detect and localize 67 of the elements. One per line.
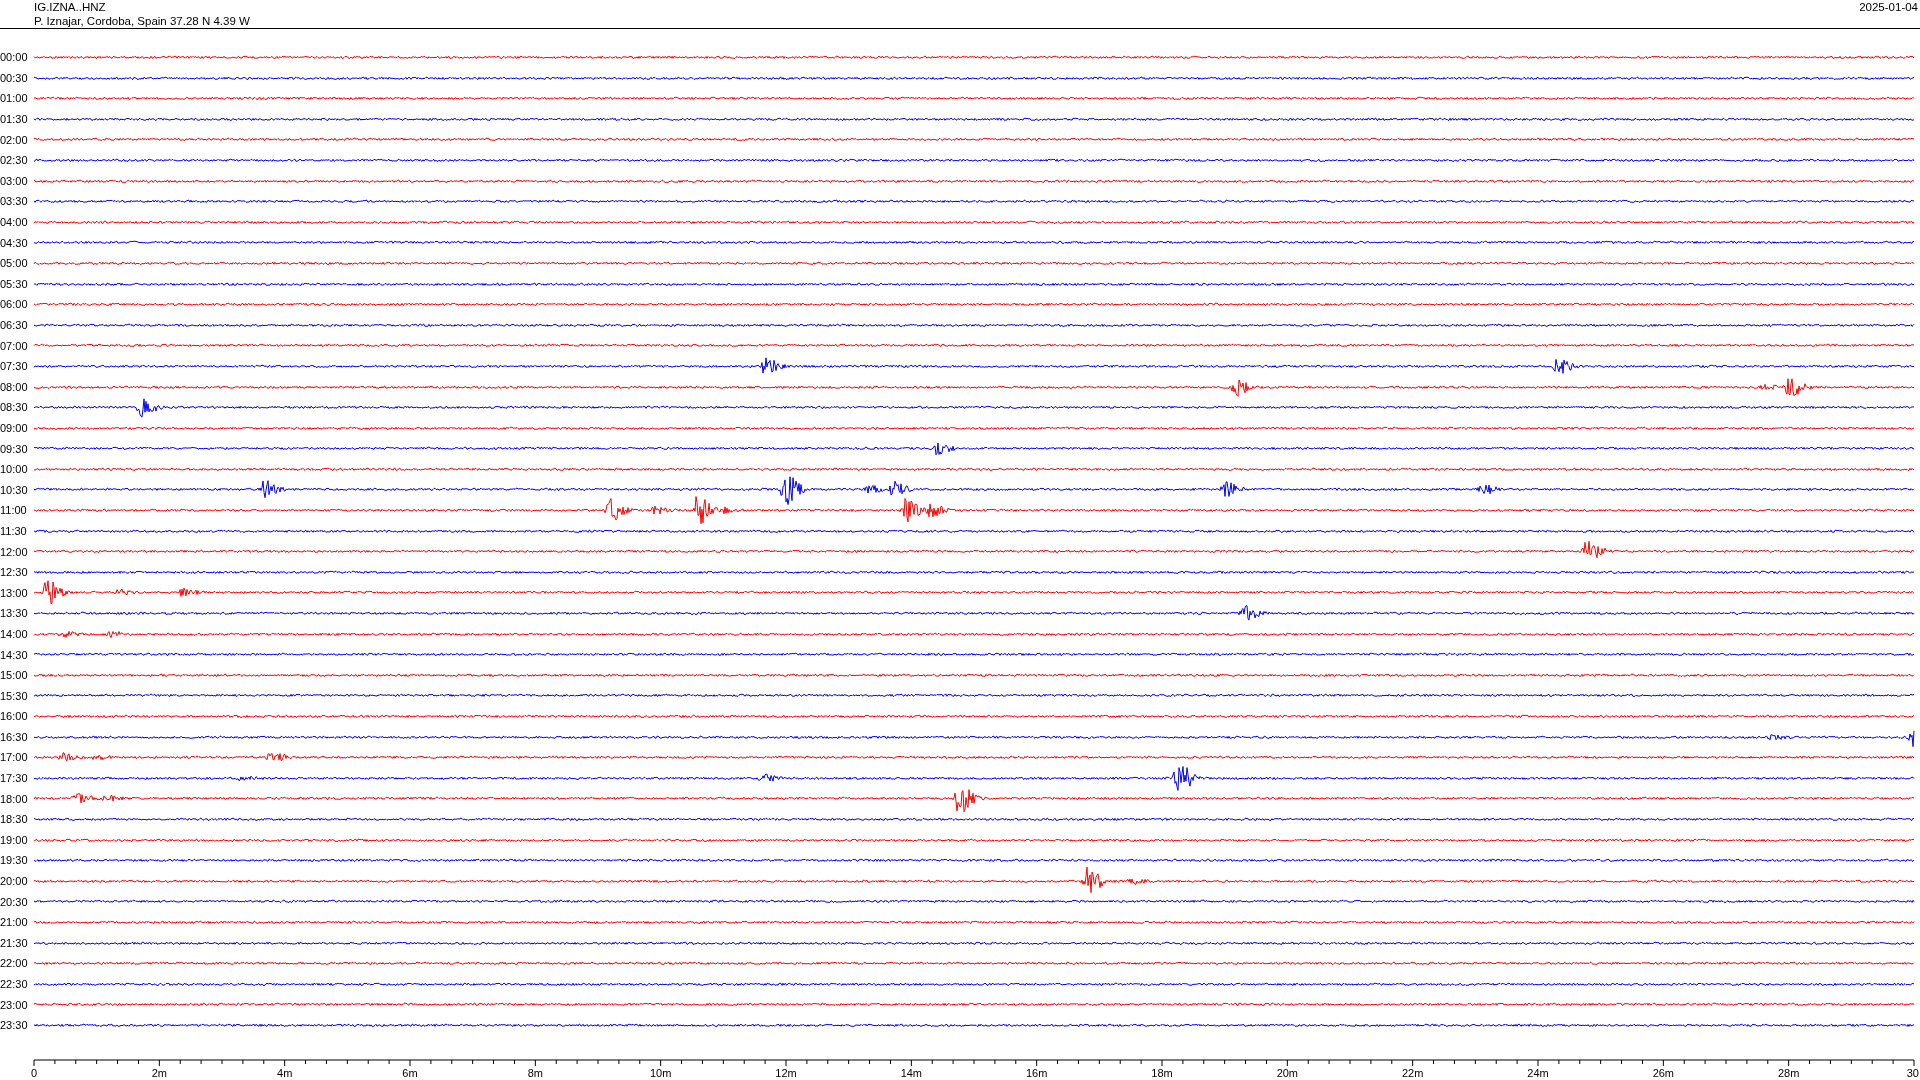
time-label: 07:00 xyxy=(0,339,29,352)
time-label: 04:00 xyxy=(0,216,29,229)
axis-label: 6m xyxy=(402,1066,418,1079)
time-label: 02:30 xyxy=(0,154,29,167)
time-label: 15:00 xyxy=(0,669,29,682)
time-label: 21:30 xyxy=(0,936,29,949)
time-label: 20:30 xyxy=(0,895,29,908)
time-label: 23:30 xyxy=(0,1019,29,1032)
time-label: 19:00 xyxy=(0,833,29,846)
axis-label: 28m xyxy=(1777,1066,1800,1079)
time-label: 06:30 xyxy=(0,319,29,331)
time-label: 08:00 xyxy=(0,380,29,393)
axis-label: 26m xyxy=(1652,1066,1675,1079)
axis-label: 10m xyxy=(649,1066,672,1079)
axis-label: 30 xyxy=(1906,1066,1919,1079)
time-label: 17:30 xyxy=(0,772,29,785)
time-label: 07:30 xyxy=(0,360,29,373)
axis-label: 16m xyxy=(1025,1066,1048,1079)
axis-label: 4m xyxy=(277,1066,293,1079)
time-label: 03:30 xyxy=(0,195,29,208)
time-label: 13:00 xyxy=(0,586,29,599)
time-label: 09:30 xyxy=(0,442,29,455)
time-label: 17:00 xyxy=(0,751,29,764)
time-label: 08:30 xyxy=(0,401,29,414)
time-label: 01:30 xyxy=(0,113,29,126)
axis-label: 18m xyxy=(1151,1066,1173,1079)
time-label: 04:30 xyxy=(0,236,29,249)
plot-date: 2025-01-04 xyxy=(1859,0,1918,14)
time-label: 02:00 xyxy=(0,133,29,146)
time-label: 00:00 xyxy=(0,51,29,64)
time-label: 19:30 xyxy=(0,854,29,867)
station-location: P. Iznajar, Cordoba, Spain 37.28 N 4.39 W xyxy=(34,14,250,28)
time-label: 14:30 xyxy=(0,648,29,661)
time-label: 00:30 xyxy=(0,71,29,84)
time-label: 10:30 xyxy=(0,483,29,496)
axis-label: 0 xyxy=(30,1066,38,1079)
time-label: 14:00 xyxy=(0,627,29,640)
time-label: 16:00 xyxy=(0,710,29,723)
time-label: 20:00 xyxy=(0,875,29,888)
axis-label: 14m xyxy=(900,1066,923,1079)
time-label: 11:30 xyxy=(0,524,28,537)
time-label: 16:30 xyxy=(0,730,29,743)
time-label: 05:30 xyxy=(0,277,29,290)
time-label: 05:00 xyxy=(0,257,29,270)
time-label: 13:30 xyxy=(0,607,29,620)
time-label: 12:00 xyxy=(0,545,29,558)
axis-label: 12m xyxy=(775,1066,797,1079)
station-code: IG.IZNA..HNZ xyxy=(34,0,107,14)
time-label: 18:00 xyxy=(0,792,29,805)
axis-label: 8m xyxy=(527,1066,543,1079)
time-label: 11:00 xyxy=(0,504,28,517)
axis-label: 22m xyxy=(1401,1066,1424,1079)
time-label: 12:30 xyxy=(0,566,29,579)
time-label: 21:00 xyxy=(0,916,29,929)
axis-label: 2m xyxy=(151,1066,167,1079)
time-label: 09:00 xyxy=(0,422,29,434)
axis-label: 20m xyxy=(1276,1066,1299,1079)
time-label: 06:00 xyxy=(0,298,29,311)
time-label: 01:00 xyxy=(0,92,29,105)
time-label: 23:00 xyxy=(0,998,29,1011)
axis-label: 24m xyxy=(1527,1066,1549,1079)
time-label: 18:30 xyxy=(0,813,29,826)
time-label: 22:00 xyxy=(0,957,29,970)
time-label: 22:30 xyxy=(0,978,29,990)
time-label: 10:00 xyxy=(0,463,29,476)
time-label: 15:30 xyxy=(0,689,29,702)
time-label: 03:00 xyxy=(0,174,29,187)
